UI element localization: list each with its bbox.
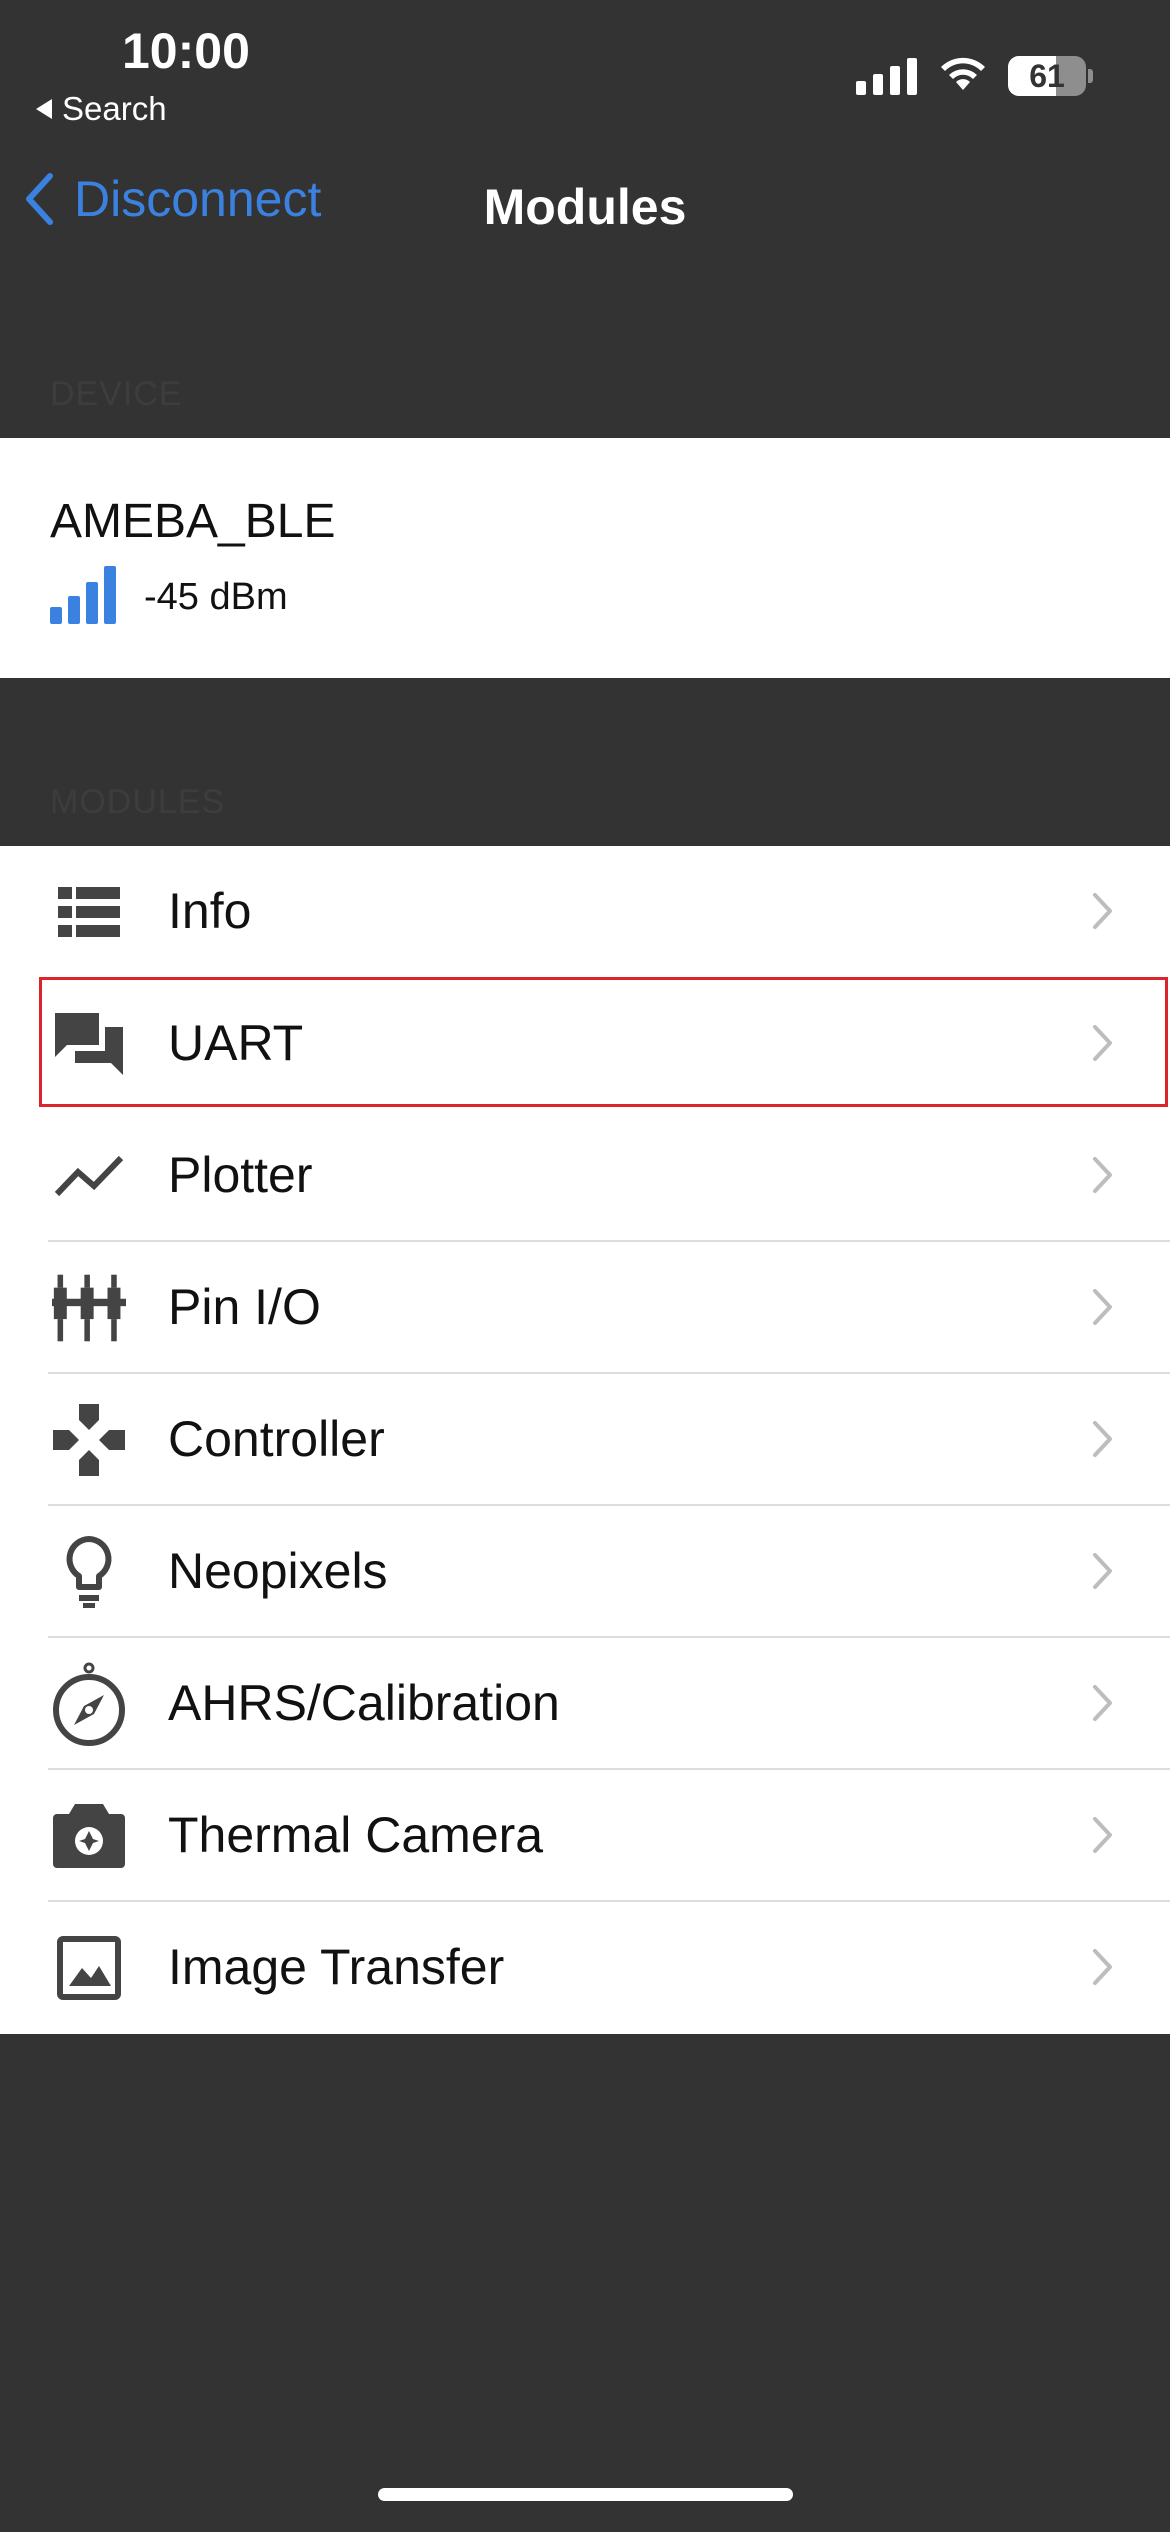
chevron-right-icon: [1093, 1817, 1112, 1853]
module-label: AHRS/Calibration: [168, 1675, 560, 1731]
chevron-right-icon: [1093, 1289, 1112, 1325]
module-row-pin-io[interactable]: Pin I/O: [0, 1242, 1170, 1374]
module-label: Info: [168, 883, 252, 939]
back-to-app-button[interactable]: Search: [36, 90, 167, 128]
device-section-header: DEVICE: [50, 375, 183, 413]
disconnect-label: Disconnect: [74, 171, 322, 227]
module-label: Neopixels: [168, 1543, 388, 1599]
chart-line-icon: [52, 1144, 126, 1208]
home-indicator[interactable]: [378, 2488, 793, 2501]
module-row-thermal-camera[interactable]: Thermal Camera: [0, 1770, 1170, 1902]
module-label: Controller: [168, 1411, 385, 1467]
module-label: Plotter: [168, 1147, 313, 1203]
chevron-right-icon: [1093, 1157, 1112, 1193]
chevron-right-icon: [1093, 1421, 1112, 1457]
gamepad-icon: [52, 1404, 126, 1476]
pins-icon: [52, 1274, 126, 1342]
modules-list: Info UART Plotter Pin I/O Controller Neo…: [0, 846, 1170, 2034]
modules-section-header: MODULES: [50, 783, 226, 821]
module-row-image-transfer[interactable]: Image Transfer: [0, 1902, 1170, 2034]
disconnect-button[interactable]: Disconnect: [24, 170, 321, 228]
chevron-right-icon: [1093, 1685, 1112, 1721]
image-icon: [52, 1936, 126, 2000]
chevron-right-icon: [1093, 1553, 1112, 1589]
chevron-right-icon: [1093, 893, 1112, 929]
chevron-left-icon: [26, 173, 53, 225]
module-row-neopixels[interactable]: Neopixels: [0, 1506, 1170, 1638]
device-name: AMEBA_BLE: [50, 495, 336, 548]
module-label: Image Transfer: [168, 1939, 505, 1995]
battery-level: 61: [1029, 58, 1065, 94]
module-row-ahrs-calibration[interactable]: AHRS/Calibration: [0, 1638, 1170, 1770]
module-label: Thermal Camera: [168, 1807, 544, 1863]
battery-tip: [1088, 69, 1093, 83]
module-label: Pin I/O: [168, 1279, 321, 1335]
module-row-info[interactable]: Info: [0, 846, 1170, 978]
list-icon: [52, 880, 126, 944]
device-cell: AMEBA_BLE -45 dBm: [0, 438, 1170, 678]
chevron-right-icon: [1093, 1949, 1112, 1985]
back-triangle-icon: [36, 99, 52, 119]
uart-highlight-box: [39, 977, 1168, 1107]
wifi-icon: [941, 57, 985, 90]
back-app-label: Search: [62, 90, 167, 127]
module-row-plotter[interactable]: Plotter: [0, 1110, 1170, 1242]
device-rssi: -45 dBm: [144, 576, 288, 618]
battery-icon: 61: [1008, 56, 1086, 96]
compass-icon: [52, 1662, 126, 1746]
cellular-signal-icon: [856, 58, 917, 95]
status-time: 10:00: [122, 23, 250, 79]
signal-strength-icon: [50, 566, 116, 624]
camera-icon: [52, 1804, 126, 1868]
module-row-controller[interactable]: Controller: [0, 1374, 1170, 1506]
lightbulb-icon: [52, 1536, 126, 1608]
